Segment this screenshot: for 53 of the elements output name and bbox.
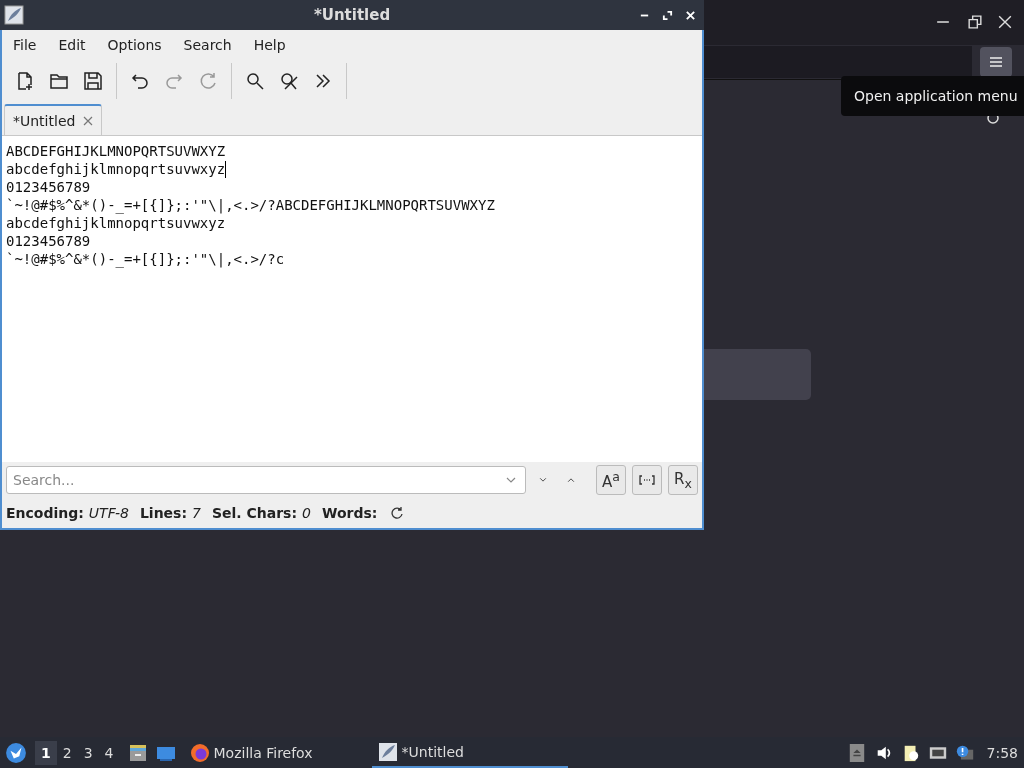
eject-icon[interactable] — [847, 743, 866, 762]
save-icon[interactable] — [83, 71, 103, 91]
maximize-icon[interactable] — [662, 9, 673, 21]
new-file-icon[interactable] — [15, 71, 35, 91]
status-value: 0 — [302, 505, 311, 521]
task-button[interactable]: *Untitled — [371, 737, 568, 768]
status-label: Lines: — [139, 505, 188, 521]
text-line: ABCDEFGHIJKLMNOPQRTSUVWXYZ — [6, 142, 226, 160]
workspace-button[interactable]: 3 — [77, 740, 99, 765]
match-case-button[interactable]: A$^{a}$ — [596, 465, 626, 495]
feather-icon — [4, 5, 24, 25]
status-value: 7 — [192, 505, 201, 521]
status-label: Words: — [321, 505, 378, 521]
undo-icon[interactable] — [130, 71, 150, 91]
workspace-button[interactable]: 4 — [98, 740, 120, 765]
text-editor[interactable]: ABCDEFGHIJKLMNOPQRTSUVWXYZ abcdefghijklmnopqrtsuvwxyz 0123456789 `~!@#$%^&*()-_=+[{]};:'"\|,<.>/?ABCDEFGHIJKLMNOPQRTSUVWXYZ abcdefghijklmnopqrtsuvwxyz 0123456789 `~!@#$%^&*()-_=+[{]};:'"\|,<.>/?c — [2, 136, 702, 462]
workspace-button[interactable]: 1 — [35, 740, 57, 765]
file-cabinet-icon[interactable] — [127, 742, 148, 763]
menu-icon — [988, 54, 1004, 70]
document-tab[interactable]: *Untitled — [4, 104, 103, 135]
task-button[interactable]: Mozilla Firefox — [183, 737, 372, 768]
text-line: 0123456789 — [6, 232, 91, 250]
folder-icon[interactable] — [49, 71, 69, 91]
text-line: `~!@#$%^&*()-_=+[{]};:'"\|,<.>/?c — [6, 250, 285, 268]
text-line: abcdefghijklmnopqrtsuvwxyz — [6, 214, 226, 232]
tooltip: Open application menu — [841, 76, 1024, 116]
menu-item[interactable]: Search — [175, 36, 240, 53]
menu-item[interactable]: File — [5, 36, 45, 53]
brackets-icon — [639, 474, 655, 486]
text-line: abcdefghijklmnopqrtsuvwxyz — [6, 160, 226, 178]
text-line: `~!@#$%^&*()-_=+[{]};:'"\|,<.>/?ABCDEFGHIJKLMNOPQRTSUVWXYZ — [6, 196, 495, 214]
status-label: Encoding: — [6, 505, 84, 521]
search-field[interactable]: Search... — [6, 466, 526, 494]
notification-icon[interactable] — [955, 743, 974, 762]
clock: 7:58 — [986, 744, 1018, 761]
whole-word-button[interactable] — [632, 465, 662, 495]
search-icon[interactable] — [245, 71, 265, 91]
feather-icon — [377, 741, 398, 762]
menu-item[interactable]: Edit — [50, 36, 94, 53]
bird-logo-icon[interactable] — [5, 741, 27, 764]
menu-item[interactable]: Help — [245, 36, 294, 53]
fox-globe-icon — [189, 742, 210, 763]
text-line: 0123456789 — [6, 178, 91, 196]
window-title: *Untitled — [313, 6, 391, 24]
search-pen-icon[interactable] — [279, 71, 299, 91]
status-value: UTF-8 — [88, 505, 129, 521]
workspace-button[interactable]: 2 — [56, 740, 78, 765]
status-label: Sel. Chars: — [211, 505, 298, 521]
restore-icon[interactable] — [968, 15, 982, 29]
refresh-icon[interactable] — [390, 506, 405, 520]
menu-item[interactable]: Options — [99, 36, 170, 53]
regex-button[interactable]: R$_{x}$ — [668, 465, 698, 495]
menu-button[interactable] — [980, 47, 1012, 77]
